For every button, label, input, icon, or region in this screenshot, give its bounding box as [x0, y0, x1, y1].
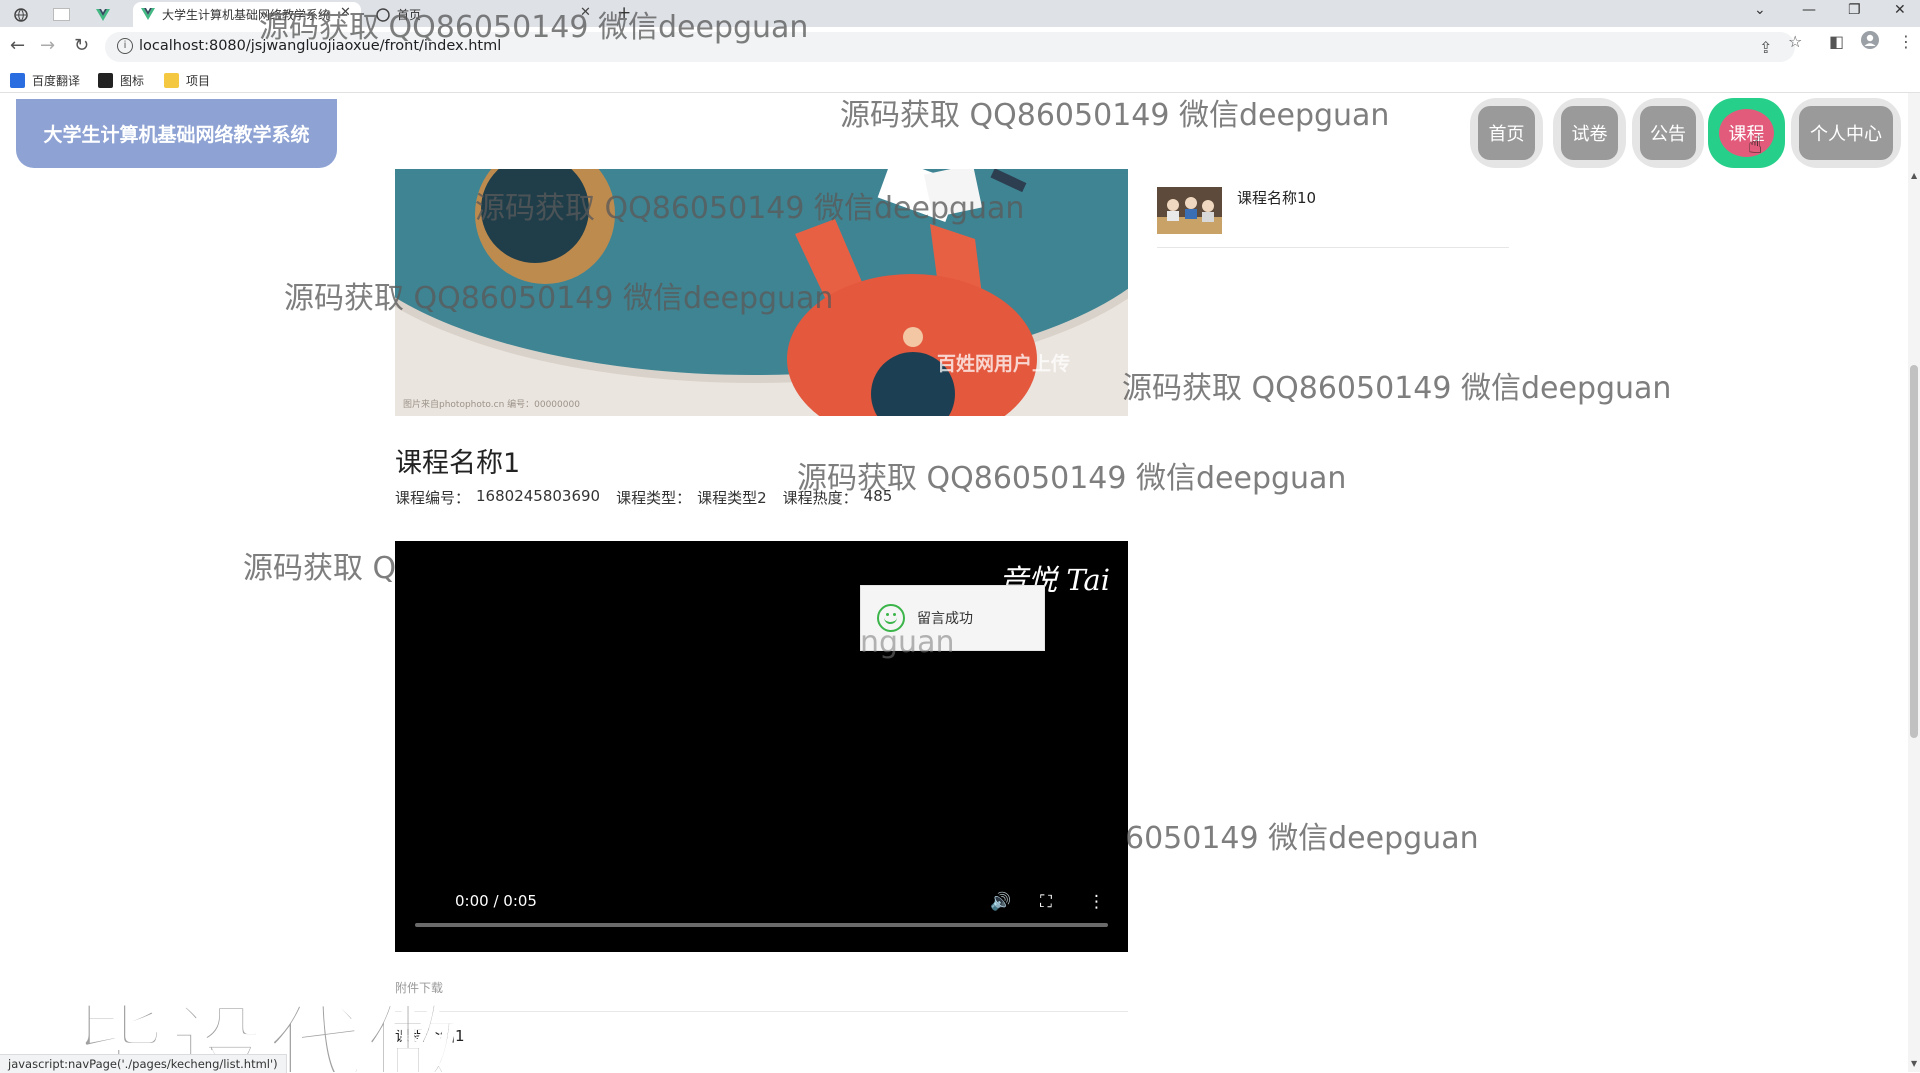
address-bar[interactable]: i localhost:8080/jsjwangluojiaoxue/front… [105, 32, 1795, 62]
toast-message: 留言成功 [917, 611, 973, 627]
bookmarks-bar: 百度翻译 图标 项目 [0, 68, 1920, 93]
image-watermark: 百姓网用户上传 [937, 353, 1071, 375]
nav-home[interactable]: 首页 [1470, 98, 1543, 168]
video-progress-bar[interactable] [415, 923, 1108, 927]
scrollbar-thumb[interactable] [1910, 365, 1918, 738]
tab-search-icon[interactable] [14, 2, 28, 27]
scroll-up-icon[interactable]: ▲ [1911, 171, 1917, 180]
course-heat-label: 课程热度： [782, 489, 858, 507]
forward-icon[interactable]: → [40, 35, 55, 56]
browser-toolbar: ← → ↻ i localhost:8080/jsjwangluojiaoxue… [0, 27, 1920, 68]
bookmark-icons[interactable]: 图标 [98, 72, 144, 89]
image-caption: 图片来自photophoto.cn 编号：00000000 [403, 400, 580, 410]
course-intro: 课程介绍1 [395, 1027, 465, 1045]
tab-vue-icon[interactable] [96, 2, 110, 27]
browser-tab-strip: 大学生计算机基础网络教学系统 ✕ 首页 ✕ + ⌄ — ❐ ✕ [0, 0, 1920, 27]
bookmark-star-icon[interactable]: ☆ [1788, 32, 1802, 51]
translate-icon [10, 73, 25, 88]
volume-icon[interactable]: 🔊 [990, 892, 1011, 912]
url-text[interactable]: localhost:8080/jsjwangluojiaoxue/front/i… [139, 38, 501, 54]
mouse-pointer-icon: ☝ [1748, 131, 1763, 159]
bookmark-baidu-translate[interactable]: 百度翻译 [10, 72, 80, 89]
icon-library-icon [98, 73, 113, 88]
course-number-label: 课程编号： [395, 489, 471, 507]
menu-kebab-icon[interactable]: ⋮ [1898, 32, 1914, 51]
globe-icon [376, 7, 390, 22]
list-item[interactable]: 课程名称10 [1157, 185, 1509, 248]
bookmark-project[interactable]: 项目 [164, 72, 210, 89]
course-list-name[interactable]: 课程名称10 [1237, 187, 1316, 208]
course-type-label: 课程类型： [616, 489, 692, 507]
scroll-down-icon[interactable]: ▼ [1911, 1059, 1917, 1068]
nav-notice[interactable]: 公告 [1632, 98, 1704, 168]
fullscreen-icon[interactable]: ⛶ [1040, 892, 1052, 912]
course-title: 课程名称1 [395, 448, 521, 479]
course-thumbnail [1157, 187, 1222, 234]
smile-success-icon [877, 604, 905, 632]
back-icon[interactable]: ← [10, 35, 25, 56]
site-info-icon[interactable]: i [117, 38, 133, 54]
course-meta: 课程编号： 1680245803690 课程类型： 课程类型2 课程热度： 48… [395, 487, 908, 508]
tab-title: 大学生计算机基础网络教学系统 [162, 8, 331, 22]
watermark: 源码获取 QQ86050149 微信deepguan [840, 98, 1390, 133]
tab-search-chevron-icon[interactable]: ⌄ [1754, 2, 1766, 18]
attachment-download-link[interactable]: 附件下载 [395, 979, 443, 996]
vue-logo-icon [141, 7, 155, 20]
course-image: 百姓网用户上传 图片来自photophoto.cn 编号：00000000 [395, 169, 1128, 416]
new-tab-button[interactable]: + [617, 3, 631, 23]
nav-personal-center[interactable]: 个人中心 [1791, 98, 1901, 168]
watermark: 源码获取 Q [243, 551, 397, 586]
status-bar-url: javascript:navPage('./pages/kecheng/list… [0, 1054, 287, 1073]
profile-icon[interactable] [1861, 31, 1879, 53]
course-heat: 485 [863, 487, 893, 505]
success-toast: 留言成功 [860, 585, 1045, 651]
tab-close-icon[interactable]: ✕ [340, 5, 351, 20]
side-panel-icon[interactable]: ◧ [1829, 32, 1844, 51]
tab-active[interactable]: 大学生计算机基础网络教学系统 [133, 2, 361, 27]
minimize-icon[interactable]: — [1802, 2, 1816, 18]
watermark: 6050149 微信deepguan [1125, 821, 1479, 856]
scrollbar[interactable]: ▲ ▼ [1908, 93, 1920, 1072]
tab-blank-icon[interactable] [53, 2, 70, 27]
reload-icon[interactable]: ↻ [74, 35, 89, 56]
course-type: 课程类型2 [697, 489, 767, 507]
thumbnail-image [1157, 187, 1222, 234]
video-menu-icon[interactable]: ⋮ [1088, 892, 1105, 912]
tab-home[interactable]: 首页 [376, 2, 576, 27]
course-number: 1680245803690 [476, 487, 601, 505]
share-icon[interactable]: ⇪ [1759, 38, 1772, 57]
course-illustration [395, 169, 1128, 416]
page-content: 大学生计算机基础网络教学系统 首页 试卷 公告 课程 个人中心 ☝ 百姓网用户上… [0, 93, 1908, 1072]
close-window-icon[interactable]: ✕ [1894, 2, 1906, 18]
divider [395, 1011, 1128, 1012]
folder-icon [164, 73, 179, 88]
video-time: 0:00 / 0:05 [455, 892, 537, 910]
watermark: 源码获取 QQ86050149 微信deepguan [1122, 371, 1672, 406]
site-title[interactable]: 大学生计算机基础网络教学系统 [16, 99, 337, 168]
restore-icon[interactable]: ❐ [1848, 2, 1861, 18]
tab-close-icon[interactable]: ✕ [580, 5, 591, 20]
tab-title: 首页 [397, 8, 422, 22]
nav-exam[interactable]: 试卷 [1553, 98, 1626, 168]
nav-course[interactable]: 课程 [1708, 98, 1785, 168]
